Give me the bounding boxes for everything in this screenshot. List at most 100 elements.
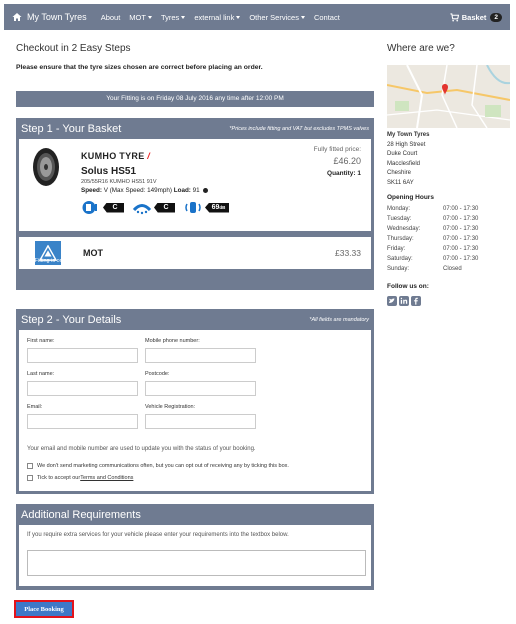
mot-label: MOT [83,248,103,258]
additional-panel: Additional Requirements If you require e… [16,504,374,590]
tyre-size: 205/55R16 KUMHO HS51 91V [81,179,157,185]
step2-title: Step 2 - Your Details [21,314,122,326]
hours-time: 07:00 - 17:30 [443,256,479,262]
brand-link[interactable]: My Town Tyres [12,12,87,22]
additional-title: Additional Requirements [21,509,141,521]
tyre-model: Solus HS51 [81,166,137,177]
first-name-input[interactable] [27,348,138,363]
eu-tyre-labels: C C 69 dB [81,200,237,215]
mot-price: £33.33 [335,248,361,258]
hours-row: Sunday: Closed [387,264,478,274]
basket-total: Total: £79.53 [336,258,369,264]
requirements-textarea[interactable] [27,550,366,576]
hours-day: Monday: [387,206,411,212]
tyre-brand: KUMHO TYRE [81,151,145,161]
place-booking-button[interactable]: Place Booking [14,600,74,618]
address-line-2: Duke Court [387,151,418,158]
details-panel-header: Step 2 - Your Details *All fields are ma… [21,312,369,328]
last-name-label: Last name: [27,371,55,377]
terms-link[interactable]: Terms and Conditions [80,475,133,481]
hours-time: 07:00 - 17:30 [443,206,479,212]
email-input[interactable] [27,414,138,429]
fuel-pump-icon [82,201,97,214]
follow-us-title: Follow us on: [387,283,429,290]
opening-hours-title: Opening Hours [387,194,434,201]
hours-time: 07:00 - 17:30 [443,246,479,252]
basket-footer: Your Fitting is on Friday 08 July 2016 a… [22,258,368,264]
noise-unit: dB [219,205,226,210]
terms-row: Tick to accept our Terms and Conditions [27,475,133,481]
location-map[interactable] [387,65,510,128]
hours-time: 07:00 - 17:30 [443,236,479,242]
hours-time: 07:00 - 17:30 [443,216,479,222]
twitter-icon[interactable] [387,296,397,306]
nav-external-label: external link [194,12,235,22]
last-name-input[interactable] [27,381,138,396]
navbar: My Town Tyres About MOT Tyres external l… [4,4,510,30]
address-line-1: 28 High Street [387,141,426,148]
nav-about[interactable]: About [101,13,121,22]
hours-day: Saturday: [387,256,413,262]
quantity-label: Quantity: [327,170,356,177]
tyre-price: £46.20 [333,156,361,166]
additional-panel-header: Additional Requirements [21,507,369,523]
details-form: First name: Mobile phone number: Last na… [19,330,371,491]
caret-down-icon [147,16,152,20]
nav-contact-label: Contact [313,12,340,22]
email-label: Email: [27,404,43,410]
nav-external-link[interactable]: external link [194,12,241,22]
address-line-0: My Town Tyres [387,132,430,138]
hours-row: Thursday: 07:00 - 17:30 [387,234,478,244]
info-icon[interactable] [203,187,209,193]
address-line-5: SK11 6AY [387,179,414,186]
marketing-opt-out-checkbox[interactable] [27,463,33,469]
tyre-speed-load: Speed: V (Max Speed: 149mph) Load: 91 [81,187,209,194]
noise-value: 69 dB [205,202,229,213]
hours-row: Wednesday: 07:00 - 17:30 [387,224,478,234]
tyre-item: KUMHO TYRE / Solus HS51 205/55R16 KUMHO … [19,139,371,231]
mandatory-note: *All fields are mandatory [309,317,369,323]
hours-row: Saturday: 07:00 - 17:30 [387,254,478,264]
basket-count-badge: 2 [490,12,502,22]
nav-tyres[interactable]: Tyres [160,12,186,22]
postcode-input[interactable] [145,381,256,396]
social-links [387,296,423,306]
linkedin-icon[interactable] [399,296,409,306]
facebook-icon[interactable] [411,296,421,306]
opening-hours: Monday: 07:00 - 17:30 Tuesday: 07:00 - 17:… [387,204,478,274]
tyre-size-notice: Please ensure that the tyre sizes chosen… [16,64,263,71]
hours-row: Tuesday: 07:00 - 17:30 [387,214,478,224]
brand-slash-mark: / [144,151,151,161]
step1-title: Step 1 - Your Basket [21,123,122,135]
basket-link[interactable]: Basket 2 [450,12,502,22]
load-value: 91 [192,187,200,194]
nav-contact[interactable]: Contact [314,13,340,22]
page-title: Checkout in 2 Easy Steps [16,43,131,54]
terms-checkbox[interactable] [27,475,33,481]
caret-down-icon [236,16,241,20]
address-line-4: Cheshire [387,170,412,177]
vehicle-reg-label: Vehicle Registration: [145,404,196,410]
nav-other-services[interactable]: Other Services [249,13,305,22]
basket-label: Basket [461,12,487,22]
nav-mot[interactable]: MOT [129,13,152,22]
footer-fitting-info: Your Fitting is on Friday 08 July 2016 a… [22,258,173,264]
fuel-grade: C [103,202,124,213]
hours-row: Monday: 07:00 - 17:30 [387,204,478,214]
mobile-input[interactable] [145,348,256,363]
address-line-3: Macclesfield [387,160,421,167]
wet-grade: C [154,202,175,213]
hours-time: Closed [443,266,462,272]
nav-tyres-label: Tyres [160,12,180,22]
nav-about-label: About [100,12,121,22]
vehicle-reg-input[interactable] [145,414,256,429]
terms-prefix: Tick to accept our [37,475,81,481]
speed-value: V (Max Speed: 149mph) [103,187,173,194]
where-title: Where are we? [387,43,455,54]
caret-down-icon [300,16,305,20]
fitting-banner: Your Fitting is on Friday 08 July 2016 a… [16,91,374,107]
hours-day: Sunday: [387,266,410,272]
mot-item: MOT £33.33 [19,237,371,269]
marketing-opt-out-row: We don't send marketing communications o… [27,463,289,469]
contact-usage-note: Your email and mobile number are used to… [27,446,256,452]
